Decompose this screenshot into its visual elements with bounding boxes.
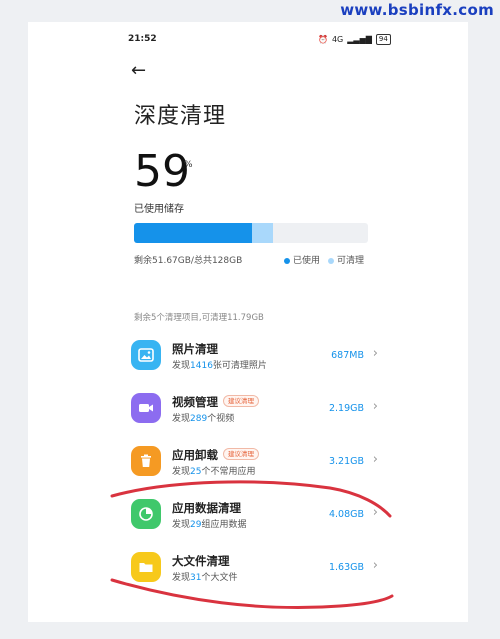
screenshot-frame: www.bsbinfx.com 21:52 ⏰ 4G ▂▃▅▇ 94 ← 深度清…: [0, 0, 500, 639]
item-desc: 发现29组应用数据: [172, 520, 247, 530]
alarm-icon: ⏰: [318, 35, 328, 44]
used-storage-label: 已使用储存: [134, 204, 184, 215]
item-name: 应用卸载: [172, 448, 218, 462]
storage-legend: 已使用 可清理: [284, 253, 364, 266]
item-name: 大文件清理: [172, 554, 230, 568]
item-name: 照片清理: [172, 342, 218, 356]
storage-bar: [134, 223, 368, 243]
battery-icon: 94: [375, 34, 391, 45]
item-size: 687MB: [331, 350, 364, 361]
suggest-clean-badge: 建议清理: [223, 448, 259, 460]
chevron-right-icon: ›: [372, 452, 378, 467]
legend-cleanable-label: 可清理: [337, 256, 365, 266]
list-item-large-file-cleanup[interactable]: 大文件清理 发现31个大文件 1.63GB ›: [128, 550, 378, 594]
storage-summary: 剩余51.67GB/总共128GB: [134, 256, 243, 266]
section-header: 剩余5个清理项目,可清理11.79GB: [134, 313, 264, 323]
list-item-photo-cleanup[interactable]: 照片清理 发现1416张可清理照片 687MB ›: [128, 338, 378, 382]
chevron-right-icon: ›: [372, 558, 378, 573]
signal-icon: ▂▃▅▇: [347, 35, 372, 44]
signal-label: 4G: [331, 35, 344, 44]
item-desc: 发现25个不常用应用: [172, 467, 256, 477]
legend-used-label: 已使用: [293, 256, 321, 266]
status-bar: 21:52 ⏰ 4G ▂▃▅▇ 94: [28, 34, 468, 48]
list-item-video-management[interactable]: 视频管理 建议清理 发现289个视频 2.19GB ›: [128, 391, 378, 435]
item-size: 1.63GB: [328, 562, 364, 573]
item-size: 2.19GB: [328, 403, 364, 414]
item-name: 应用数据清理: [172, 501, 241, 515]
percent-sign: %: [184, 160, 193, 170]
item-desc: 发现289个视频: [172, 414, 235, 424]
status-indicators: ⏰ 4G ▂▃▅▇ 94: [318, 34, 391, 45]
page-title: 深度清理: [134, 104, 227, 129]
chevron-right-icon: ›: [372, 399, 378, 414]
storage-bar-cleanable: [252, 223, 273, 243]
item-desc: 发现1416张可清理照片: [172, 361, 267, 371]
watermark: www.bsbinfx.com: [340, 1, 494, 19]
folder-icon: [131, 552, 161, 582]
suggest-clean-badge: 建议清理: [223, 395, 259, 407]
list-item-app-data-cleanup[interactable]: 应用数据清理 发现29组应用数据 4.08GB ›: [128, 497, 378, 541]
photo-icon: [131, 340, 161, 370]
list-item-app-uninstall[interactable]: 应用卸载 建议清理 发现25个不常用应用 3.21GB ›: [128, 444, 378, 488]
legend-cleanable-dot: [328, 257, 335, 264]
legend-used-dot: [284, 257, 290, 264]
storage-bar-used: [134, 223, 252, 243]
video-icon: [131, 393, 161, 423]
item-size: 3.21GB: [328, 456, 364, 467]
legend-used: 已使用: [284, 253, 320, 266]
status-time: 21:52: [128, 34, 157, 44]
phone-screen: 21:52 ⏰ 4G ▂▃▅▇ 94 ← 深度清理 59 % 已使用储存 剩余5…: [28, 22, 468, 622]
chevron-right-icon: ›: [372, 505, 378, 520]
usage-percent: 59: [134, 146, 190, 197]
item-name: 视频管理: [172, 395, 218, 409]
back-button[interactable]: ←: [131, 62, 146, 80]
item-size: 4.08GB: [328, 509, 364, 520]
chevron-right-icon: ›: [372, 346, 378, 361]
arrow-left-icon: ←: [131, 60, 147, 81]
item-desc: 发现31个大文件: [172, 573, 238, 583]
pie-chart-icon: [131, 499, 161, 529]
legend-cleanable: 可清理: [328, 253, 364, 266]
trash-icon: [131, 446, 161, 476]
